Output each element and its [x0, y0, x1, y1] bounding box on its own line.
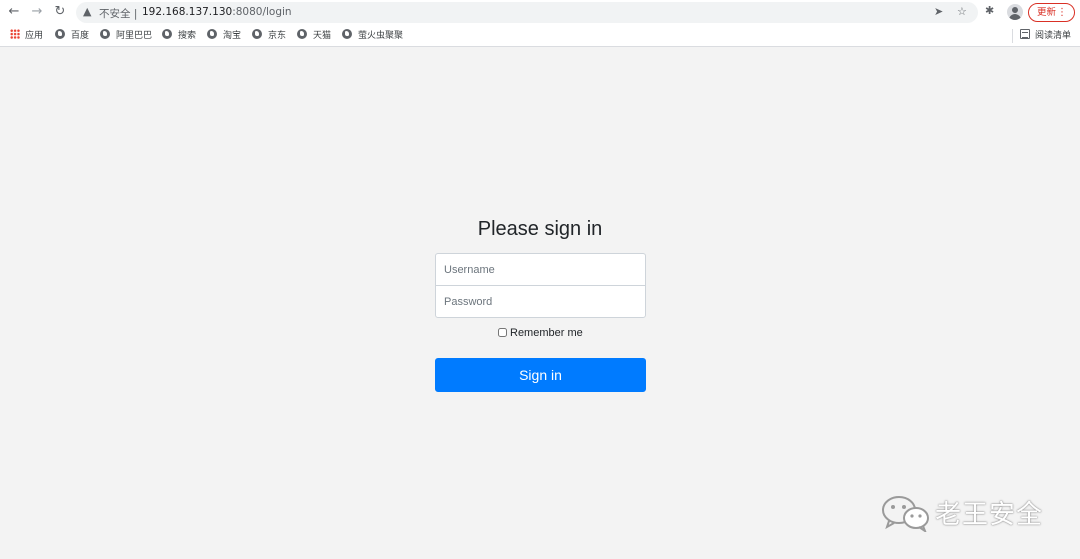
globe-icon: [207, 29, 217, 39]
warning-icon[interactable]: ▲: [83, 5, 91, 18]
globe-icon: [342, 29, 352, 39]
menu-icon[interactable]: ⋮: [1057, 4, 1067, 21]
bookmark-item[interactable]: 搜索: [162, 29, 196, 43]
bookmarks-divider: [1012, 29, 1013, 43]
address-bar[interactable]: ▲ 不安全 | 192.168.137.130:8080/login ➤ ☆: [76, 2, 978, 23]
remember-me-label: Remember me: [510, 327, 583, 339]
bookmark-item[interactable]: 淘宝: [207, 29, 241, 43]
globe-icon: [100, 29, 110, 39]
security-label[interactable]: 不安全 |: [99, 6, 137, 21]
reading-list-button[interactable]: 阅读清单: [1020, 29, 1071, 43]
update-button[interactable]: 更新 ⋮: [1028, 3, 1075, 22]
apps-icon: [10, 29, 20, 39]
globe-icon: [297, 29, 307, 39]
profile-icon[interactable]: [1007, 4, 1023, 20]
star-icon[interactable]: ☆: [957, 5, 967, 18]
username-input[interactable]: [435, 253, 646, 286]
bookmark-item[interactable]: 天猫: [297, 29, 331, 43]
globe-icon: [55, 29, 65, 39]
forward-icon[interactable]: →: [28, 3, 46, 21]
remember-me[interactable]: Remember me: [498, 326, 583, 340]
password-input[interactable]: [435, 285, 646, 318]
wechat-icon: [882, 496, 929, 532]
url-text[interactable]: 192.168.137.130:8080/login: [142, 6, 292, 18]
reload-icon[interactable]: ↻: [51, 3, 69, 21]
bookmarks-bar: 应用 百度 阿里巴巴 搜索 淘宝 京东 天猫 萤火虫聚聚 阅读清单: [0, 25, 1080, 47]
watermark-text: 老王安全: [935, 500, 1044, 530]
extensions-icon[interactable]: ✱: [985, 4, 994, 17]
globe-icon: [162, 29, 172, 39]
bookmark-item[interactable]: 萤火虫聚聚: [342, 29, 403, 43]
bookmark-apps[interactable]: 应用: [10, 29, 43, 43]
signin-heading: Please sign in: [477, 218, 603, 240]
bookmark-item[interactable]: 百度: [55, 29, 89, 43]
send-icon[interactable]: ➤: [934, 5, 943, 18]
bookmark-item[interactable]: 京东: [252, 29, 286, 43]
browser-toolbar: ← → ↻ ▲ 不安全 | 192.168.137.130:8080/login…: [0, 0, 1080, 25]
signin-button[interactable]: Sign in: [435, 358, 646, 392]
reading-list-icon: [1020, 29, 1030, 39]
remember-me-checkbox[interactable]: [498, 328, 507, 337]
bookmark-item[interactable]: 阿里巴巴: [100, 29, 152, 43]
globe-icon: [252, 29, 262, 39]
back-icon[interactable]: ←: [5, 3, 23, 21]
